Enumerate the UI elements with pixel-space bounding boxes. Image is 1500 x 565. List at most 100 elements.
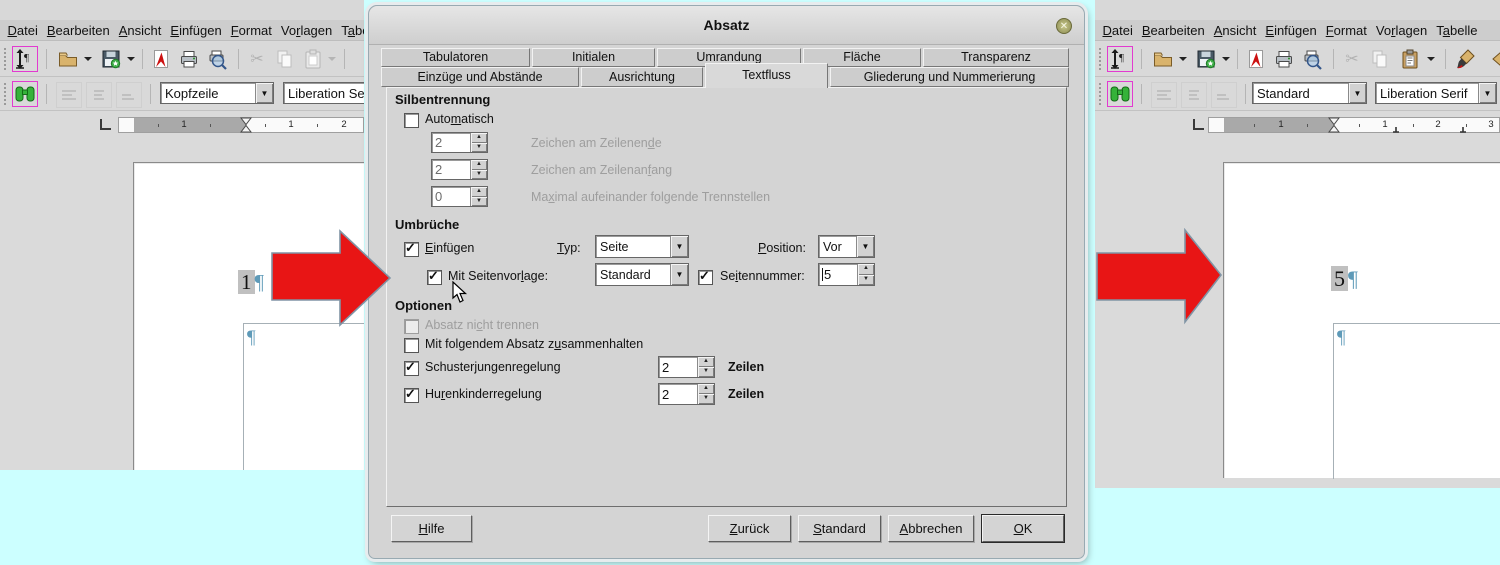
spin-down-icon[interactable]: ▼ (858, 275, 874, 286)
horizontal-ruler-left[interactable]: 1 1 2 (118, 117, 364, 133)
menu-bearbeiten[interactable]: Bearbeiten (42, 20, 114, 38)
spin-up-icon[interactable]: ▲ (858, 264, 874, 275)
keep-with-next-label[interactable]: Mit folgendem Absatz zusammenhalten (425, 337, 643, 351)
tab-stop-marker[interactable] (1459, 126, 1467, 133)
character-style-tool-icon[interactable] (1181, 82, 1207, 108)
export-pdf-icon[interactable] (148, 46, 174, 72)
break-type-dropdown[interactable]: Seite▼ (595, 235, 689, 258)
toolbar-handle[interactable] (4, 48, 9, 70)
paste-icon[interactable] (300, 46, 326, 72)
widow-lines-spinner[interactable]: 2▲▼ (658, 383, 715, 405)
menu-datei[interactable]: Datei (3, 20, 42, 38)
cut-icon[interactable]: ✂ (244, 46, 270, 72)
automatic-checkbox[interactable] (404, 113, 419, 128)
open-dropdown-arrow-icon[interactable] (82, 46, 94, 72)
dropdown-arrow-icon[interactable]: ▼ (1348, 83, 1366, 103)
navigation-toggle-icon[interactable]: ¶ (1107, 46, 1133, 72)
paragraph-style-combo[interactable]: Standard ▼ (1252, 82, 1367, 104)
text-frame[interactable]: ¶ (1333, 323, 1500, 479)
spin-down-icon[interactable]: ▼ (471, 143, 487, 153)
print-icon[interactable] (176, 46, 202, 72)
document-page-right[interactable]: 5¶ ¶ (1223, 162, 1500, 478)
toolbar-handle[interactable] (1099, 83, 1104, 105)
font-name-combo[interactable]: Liberation Serif ▼ (1375, 82, 1497, 104)
chars-line-end-spinner[interactable]: 2▲▼ (431, 132, 488, 153)
close-icon[interactable]: ✕ (1056, 18, 1072, 34)
menu-datei[interactable]: Datei (1098, 20, 1137, 38)
menu-format[interactable]: Format (226, 20, 276, 38)
save-dropdown-arrow-icon[interactable] (125, 46, 137, 72)
indent-marker[interactable] (240, 117, 252, 133)
list-style-tool-icon[interactable] (1211, 82, 1237, 108)
spin-up-icon[interactable]: ▲ (471, 160, 487, 170)
break-position-dropdown[interactable]: Vor▼ (818, 235, 875, 258)
spin-up-icon[interactable]: ▲ (471, 187, 487, 197)
paragraph-style-tool-icon[interactable] (1151, 82, 1177, 108)
navigation-toggle-icon[interactable]: ¶ (12, 46, 38, 72)
spin-down-icon[interactable]: ▼ (698, 367, 714, 377)
cancel-button[interactable]: Abbrechen (888, 515, 974, 542)
menu-format[interactable]: Format (1321, 20, 1371, 38)
orphan-control-checkbox[interactable]: ✓ (404, 361, 419, 376)
menu-einfuegen[interactable]: Einfügen (1261, 20, 1321, 38)
list-style-tool-icon[interactable] (116, 82, 142, 108)
insert-break-checkbox[interactable]: ✓ (404, 242, 419, 257)
toolbar-handle[interactable] (1099, 48, 1104, 70)
widow-control-label[interactable]: Hurenkinderregelung (425, 387, 542, 401)
partial-toolbar-icon[interactable] (1487, 46, 1500, 72)
menu-ansicht[interactable]: Ansicht (114, 20, 166, 38)
pagenumber-checkbox[interactable]: ✓ (698, 270, 713, 285)
paragraph-style-combo[interactable]: Kopfzeile ▼ (160, 82, 274, 104)
dropdown-arrow-icon[interactable]: ▼ (1478, 83, 1496, 103)
dropdown-arrow-icon[interactable]: ▼ (856, 236, 874, 257)
open-dropdown-arrow-icon[interactable] (1177, 46, 1189, 72)
menu-vorlagen[interactable]: Vorlagen (1371, 20, 1431, 38)
dropdown-arrow-icon[interactable]: ▼ (670, 264, 688, 285)
print-preview-icon[interactable] (1300, 46, 1326, 72)
spin-up-icon[interactable]: ▲ (698, 384, 714, 394)
open-folder-icon[interactable] (55, 46, 81, 72)
character-style-tool-icon[interactable] (86, 82, 112, 108)
spin-up-icon[interactable]: ▲ (471, 133, 487, 143)
menu-tabelle[interactable]: Tabelle (1432, 20, 1482, 38)
pagestyle-dropdown[interactable]: Standard▼ (595, 263, 689, 286)
menu-tabelle[interactable]: Tabelle (337, 20, 364, 38)
find-binoculars-icon[interactable] (12, 81, 38, 107)
tab-einzuege[interactable]: Einzüge und Abstände (381, 67, 579, 87)
menu-bearbeiten[interactable]: Bearbeiten (1137, 20, 1209, 38)
tab-type-selector[interactable] (100, 119, 111, 130)
copy-icon[interactable] (272, 46, 298, 72)
print-icon[interactable] (1271, 46, 1297, 72)
tab-textfluss[interactable]: Textfluss (705, 63, 828, 88)
pagenumber-label[interactable]: Seitennummer: (720, 269, 805, 283)
back-button[interactable]: Zurück (708, 515, 791, 542)
tab-transparenz[interactable]: Transparenz (923, 48, 1069, 67)
indent-marker[interactable] (1328, 117, 1340, 133)
tab-stop-marker[interactable] (1392, 126, 1400, 133)
keep-with-next-checkbox[interactable] (404, 338, 419, 353)
paste-dropdown-arrow-icon[interactable] (1425, 46, 1437, 72)
toolbar-handle[interactable] (4, 83, 9, 105)
clone-formatting-icon[interactable] (1453, 46, 1479, 72)
insert-break-label[interactable]: Einfügen (425, 241, 474, 255)
print-preview-icon[interactable] (205, 46, 231, 72)
export-pdf-icon[interactable] (1243, 46, 1269, 72)
chars-line-begin-spinner[interactable]: 2▲▼ (431, 159, 488, 180)
tab-gliederung[interactable]: Gliederung und Nummerierung (830, 67, 1069, 87)
menu-vorlagen[interactable]: Vorlagen (276, 20, 336, 38)
ok-button[interactable]: OK (982, 515, 1064, 542)
standard-button[interactable]: Standard (798, 515, 881, 542)
orphan-lines-spinner[interactable]: 2▲▼ (658, 356, 715, 378)
copy-icon[interactable] (1367, 46, 1393, 72)
spin-up-icon[interactable]: ▲ (698, 357, 714, 367)
spin-down-icon[interactable]: ▼ (698, 394, 714, 404)
paragraph-style-tool-icon[interactable] (56, 82, 82, 108)
find-binoculars-icon[interactable] (1107, 81, 1133, 107)
paste-dropdown-arrow-icon[interactable] (326, 46, 338, 72)
font-name-combo[interactable]: Liberation Se (283, 82, 364, 104)
spin-down-icon[interactable]: ▼ (471, 197, 487, 207)
orphan-control-label[interactable]: Schusterjungenregelung (425, 360, 561, 374)
dropdown-arrow-icon[interactable]: ▼ (670, 236, 688, 257)
menu-einfuegen[interactable]: Einfügen (166, 20, 226, 38)
tab-ausrichtung[interactable]: Ausrichtung (581, 67, 703, 87)
